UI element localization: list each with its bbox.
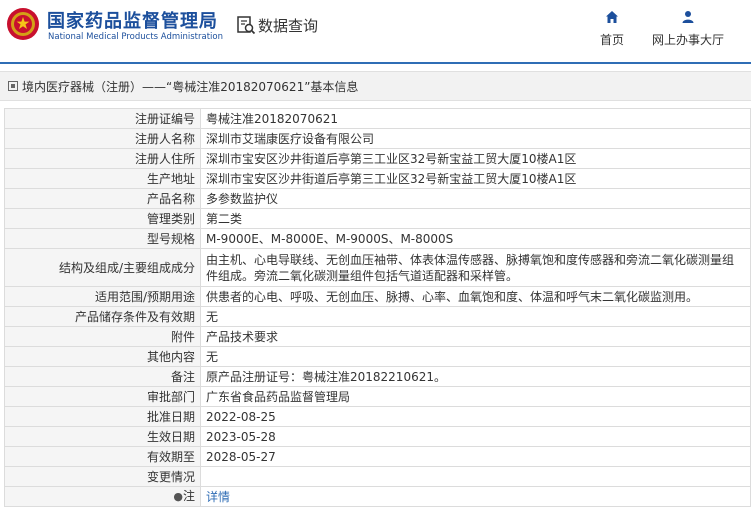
field-label: 生产地址 — [4, 168, 201, 189]
field-label: 适用范围/预期用途 — [4, 286, 201, 307]
table-row: 批准日期 2022-08-25 — [4, 406, 751, 427]
table-row: 备注 原产品注册证号：粤械注准20182210621。 — [4, 366, 751, 387]
note-value-cell: 详情 — [200, 486, 751, 507]
table-row: 型号规格 M-9000E、M-8000E、M-9000S、M-8000S — [4, 228, 751, 249]
document-search-icon — [237, 16, 256, 35]
data-query-link[interactable]: 数据查询 — [236, 14, 318, 36]
field-value: 2022-08-25 — [200, 406, 751, 427]
field-value: 广东省食品药品监督管理局 — [200, 386, 751, 407]
field-label: 变更情况 — [4, 466, 201, 487]
note-label-cell: ●注 — [4, 486, 201, 507]
field-label: 产品名称 — [4, 188, 201, 209]
field-value: 深圳市宝安区沙井街道后亭第三工业区32号新宝益工贸大厦10楼A1区 — [200, 168, 751, 189]
site-header: 国家药品监督管理局 National Medical Products Admi… — [0, 0, 751, 58]
nav-home-label: 首页 — [599, 33, 624, 47]
table-row: 产品名称 多参数监护仪 — [4, 188, 751, 209]
site-subtitle: National Medical Products Administration — [48, 32, 223, 42]
table-row: 附件 产品技术要求 — [4, 326, 751, 347]
field-label: 批准日期 — [4, 406, 201, 427]
field-value: 2023-05-28 — [200, 426, 751, 447]
breadcrumb-text: 境内医疗器械（注册）——“粤械注准20182070621”基本信息 — [22, 79, 359, 94]
note-label: 注 — [182, 489, 195, 503]
table-row: 注册证编号 粤械注准20182070621 — [4, 108, 751, 129]
table-row: 管理类别 第二类 — [4, 208, 751, 229]
field-value: 深圳市宝安区沙井街道后亭第三工业区32号新宝益工贸大厦10楼A1区 — [200, 148, 751, 169]
table-row: 产品储存条件及有效期无 — [4, 306, 751, 327]
home-icon — [606, 11, 618, 23]
field-value: 无 — [200, 306, 751, 327]
nav-home[interactable]: 首页 — [596, 10, 628, 48]
field-label: 审批部门 — [4, 386, 201, 407]
field-label: 注册证编号 — [4, 108, 201, 129]
table-row: 其他内容无 — [4, 346, 751, 367]
field-label: 管理类别 — [4, 208, 201, 229]
note-row: ●注 详情 — [4, 486, 751, 507]
data-query-label: 数据查询 — [258, 16, 319, 35]
table-row: 变更情况 — [4, 466, 751, 487]
field-value: 多参数监护仪 — [200, 188, 751, 209]
breadcrumb-marker-icon — [8, 81, 18, 91]
field-value: 由主机、心电导联线、无创血压袖带、体表体温传感器、脉搏氧饱和度传感器和旁流二氧化… — [200, 248, 751, 287]
field-value: M-9000E、M-8000E、M-9000S、M-8000S — [200, 228, 751, 249]
header-divider — [0, 62, 751, 64]
user-icon — [682, 11, 694, 23]
table-row: 审批部门 广东省食品药品监督管理局 — [4, 386, 751, 407]
table-row: 有效期至 2028-05-27 — [4, 446, 751, 467]
table-row: 适用范围/预期用途 供患者的心电、呼吸、无创血压、脉搏、心率、血氧饱和度、体温和呼… — [4, 286, 751, 307]
table-row: 生效日期 2023-05-28 — [4, 426, 751, 447]
site-title: 国家药品监督管理局 — [47, 11, 218, 32]
lightbulb-icon: ● — [173, 490, 183, 503]
device-info-table: 注册证编号 粤械注准20182070621 注册人名称 深圳市艾瑞康医疗设备有限公司注… — [4, 108, 751, 507]
details-link[interactable]: 详情 — [206, 490, 230, 504]
field-value: 2028-05-27 — [200, 446, 751, 467]
field-value: 原产品注册证号：粤械注准20182210621。 — [200, 366, 751, 387]
field-label: 注册人住所 — [4, 148, 201, 169]
field-value: 粤械注准20182070621 — [200, 108, 751, 129]
table-row: 结构及组成/主要组成成分 由主机、心电导联线、无创血压袖带、体表体温传感器、脉搏氧… — [4, 248, 751, 287]
table-row: 生产地址 深圳市宝安区沙井街道后亭第三工业区32号新宝益工贸大厦10楼A1区 — [4, 168, 751, 189]
field-label: 注册人名称 — [4, 128, 201, 149]
field-label: 备注 — [4, 366, 201, 387]
field-label: 生效日期 — [4, 426, 201, 447]
field-label: 产品储存条件及有效期 — [4, 306, 201, 327]
field-label: 有效期至 — [4, 446, 201, 467]
nav-online-hall[interactable]: 网上办事大厅 — [650, 10, 726, 48]
breadcrumb: 境内医疗器械（注册）——“粤械注准20182070621”基本信息 — [0, 71, 751, 101]
national-emblem-logo — [7, 8, 39, 40]
table-row: 注册人名称 深圳市艾瑞康医疗设备有限公司 — [4, 128, 751, 149]
field-value — [200, 466, 751, 487]
field-label: 其他内容 — [4, 346, 201, 367]
field-value: 供患者的心电、呼吸、无创血压、脉搏、心率、血氧饱和度、体温和呼气末二氧化碳监测用… — [200, 286, 751, 307]
nav-online-hall-label: 网上办事大厅 — [651, 33, 724, 47]
field-value: 深圳市艾瑞康医疗设备有限公司 — [200, 128, 751, 149]
field-value: 无 — [200, 346, 751, 367]
field-label: 型号规格 — [4, 228, 201, 249]
table-row: 注册人住所 深圳市宝安区沙井街道后亭第三工业区32号新宝益工贸大厦10楼A1区 — [4, 148, 751, 169]
field-label: 附件 — [4, 326, 201, 347]
field-value: 第二类 — [200, 208, 751, 229]
field-label: 结构及组成/主要组成成分 — [4, 248, 201, 287]
field-value: 产品技术要求 — [200, 326, 751, 347]
